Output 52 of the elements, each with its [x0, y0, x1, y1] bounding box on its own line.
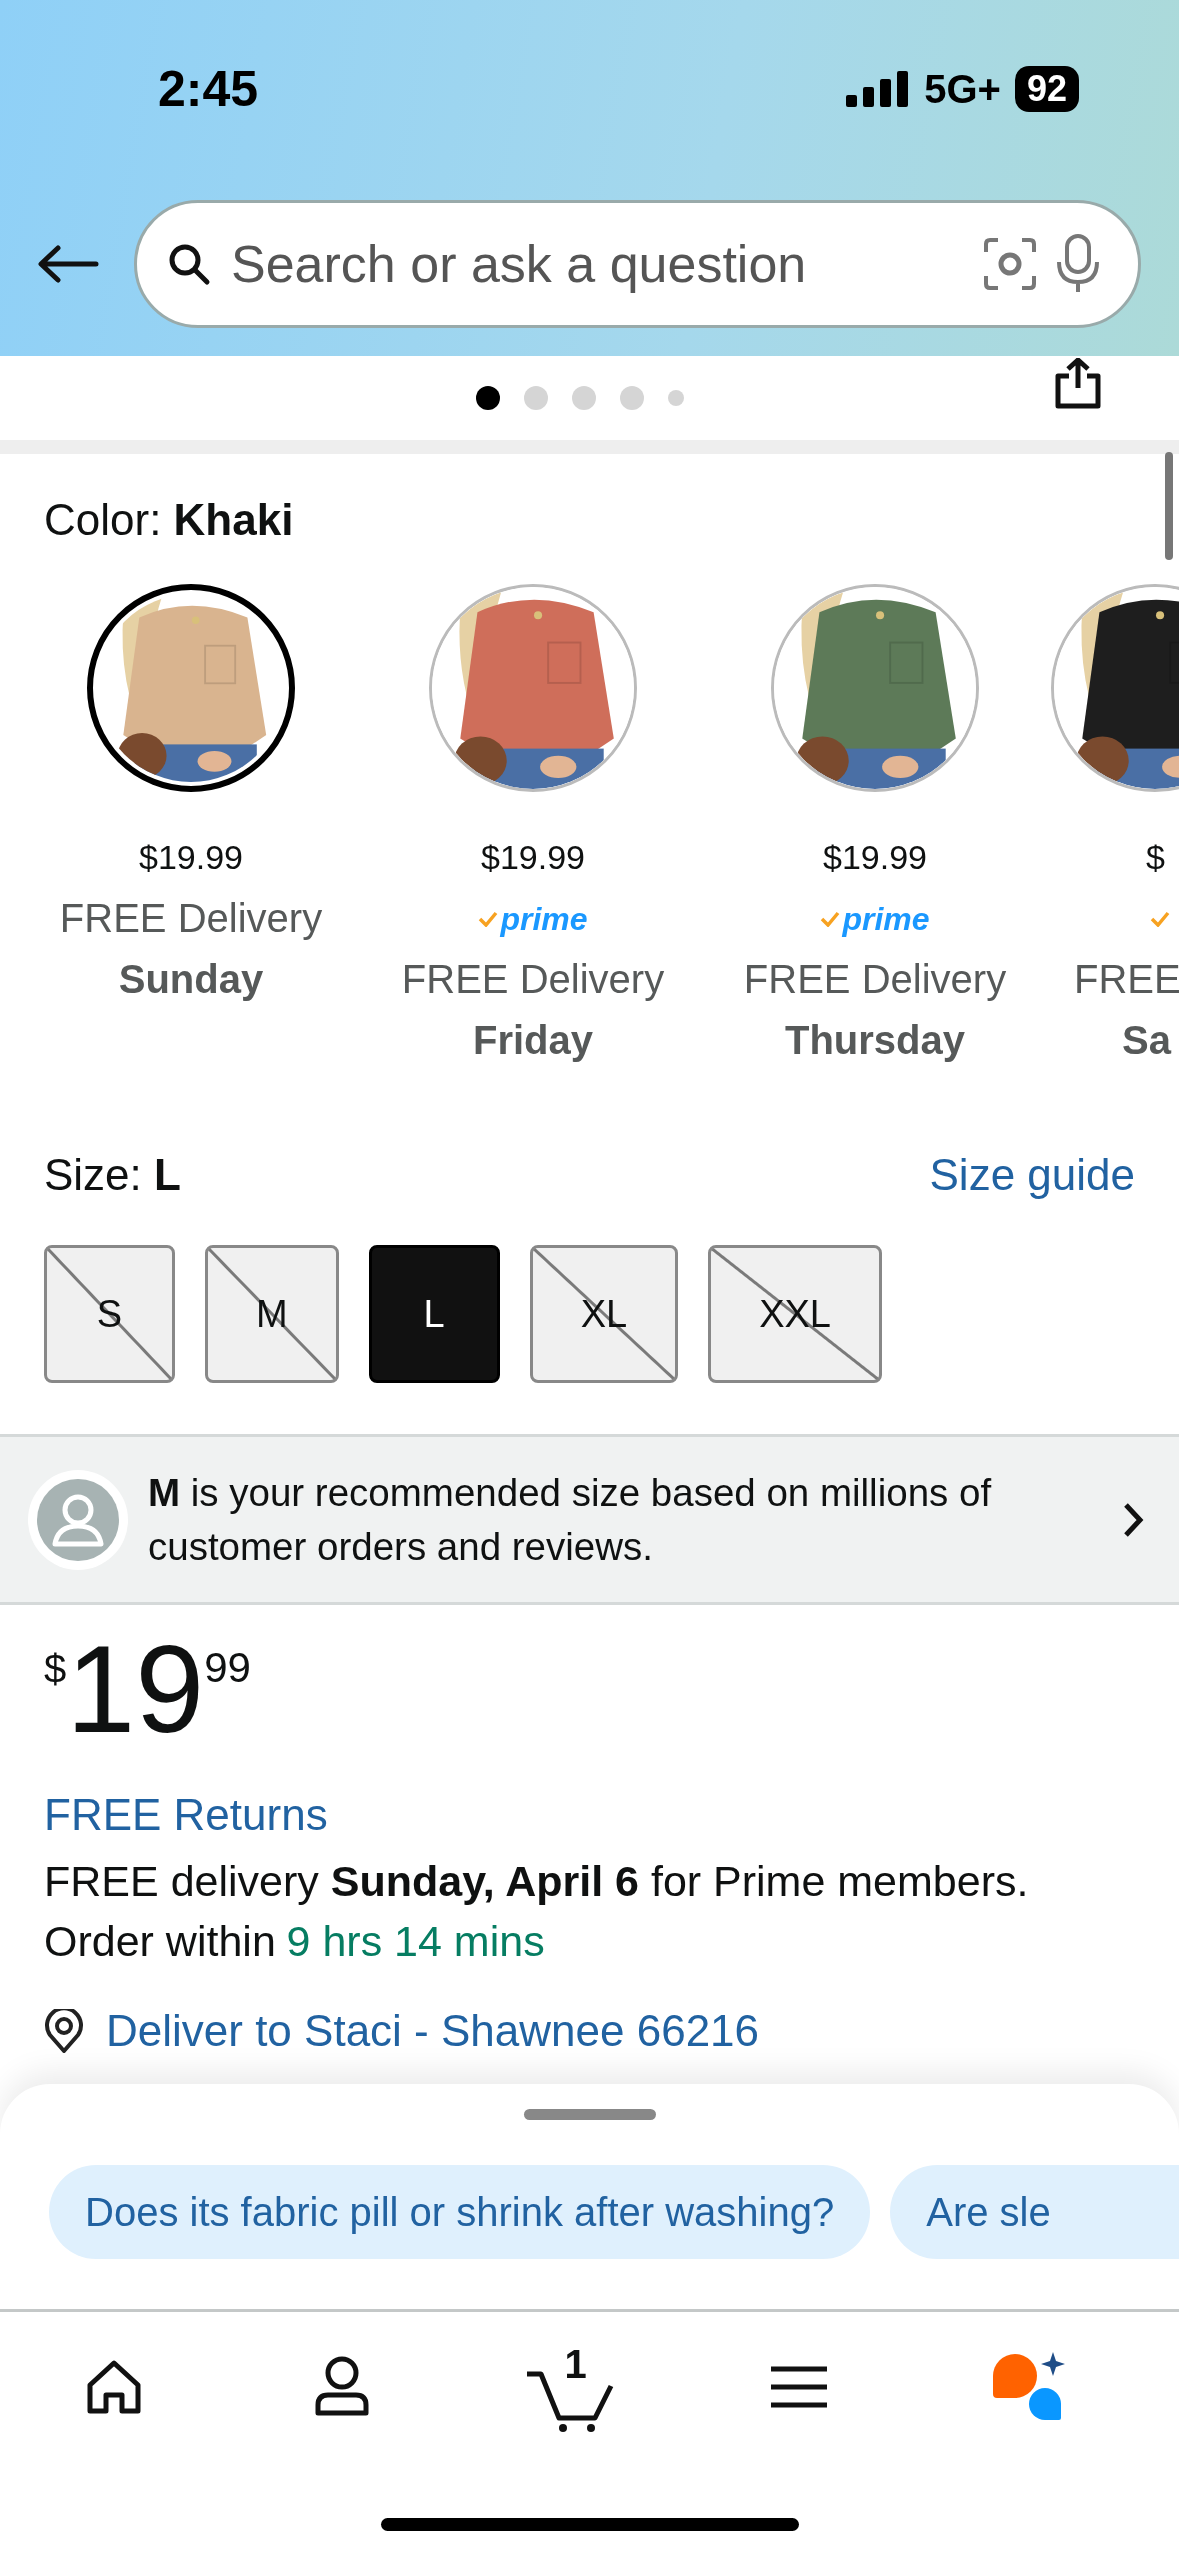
signal-icon — [846, 71, 911, 107]
menu-icon[interactable] — [770, 2365, 827, 2409]
network-label: 5G+ — [924, 66, 1001, 112]
status-time: 2:45 — [158, 60, 259, 118]
delivery-message: FREE delivery Sunday, April 6 for Prime members. — [44, 1856, 1030, 1907]
size-guide-link[interactable]: Size guide — [929, 1145, 1135, 1205]
recommendation-banner[interactable]: M is your recommended size based on millions of customer orders and reviews. — [0, 1434, 1179, 1605]
order-within-label: Order within — [44, 1917, 276, 1965]
camera-icon[interactable] — [982, 236, 1038, 292]
search-icon — [167, 242, 211, 286]
delivery-day: Sa — [1122, 1010, 1171, 1071]
countdown-text: 9 hrs 14 mins — [286, 1917, 545, 1965]
size-option[interactable]: XXL — [708, 1245, 882, 1383]
search-input[interactable]: Search or ask a question — [229, 233, 964, 295]
swatch-price: $19.99 — [823, 837, 927, 878]
battery-level: 92 — [1014, 66, 1079, 112]
image-page-dot[interactable] — [571, 386, 596, 410]
swatch-price: $ — [1146, 837, 1165, 878]
delivery-text: FREE Delivery — [743, 956, 1007, 1003]
delivery-text: FREE Delivery — [401, 956, 665, 1003]
recommendation-text: M is your recommended size based on millions of customer orders and reviews. — [148, 1469, 993, 1570]
size-option[interactable]: S — [44, 1245, 175, 1383]
suggestion-chip[interactable]: Are sle — [890, 2165, 1179, 2259]
back-arrow-icon[interactable] — [36, 244, 100, 284]
cart-button[interactable]: 1 — [524, 2342, 617, 2432]
image-page-dot[interactable] — [667, 390, 684, 406]
microphone-icon[interactable] — [1056, 234, 1100, 294]
deliver-to-link[interactable]: Deliver to Staci - Shawnee 66216 — [106, 2001, 760, 2061]
delivery-text: FREE — [1074, 956, 1179, 1003]
avatar-icon — [28, 1469, 128, 1570]
delivery-day: Friday — [472, 1010, 593, 1071]
prime-badge: prime — [820, 901, 930, 936]
share-icon[interactable] — [1053, 358, 1103, 410]
search-field[interactable]: Search or ask a question — [134, 200, 1141, 328]
swatch-price: $19.99 — [139, 837, 243, 878]
image-page-dot[interactable] — [475, 386, 500, 410]
swatch-price: $19.99 — [481, 837, 585, 878]
free-returns-link[interactable]: FREE Returns — [44, 1785, 1135, 1845]
color-label: Color: Khaki — [44, 495, 294, 544]
image-page-dot[interactable] — [619, 386, 644, 410]
delivery-day: Thursday — [784, 1010, 965, 1071]
prime-badge: prime — [478, 901, 588, 936]
size-option[interactable]: M — [205, 1245, 339, 1383]
size-label: Size: L — [44, 1149, 181, 1201]
size-option[interactable]: L — [368, 1245, 500, 1383]
size-option[interactable]: XL — [529, 1245, 679, 1383]
delivery-day: Sunday — [118, 949, 264, 1010]
delivery-text: FREE Delivery — [59, 895, 323, 942]
suggestion-chip[interactable]: Does its fabric pill or shrink after washing? — [49, 2165, 871, 2259]
image-page-dot[interactable] — [523, 386, 548, 410]
sheet-handle[interactable] — [523, 2109, 656, 2120]
location-pin-icon — [44, 2009, 84, 2053]
